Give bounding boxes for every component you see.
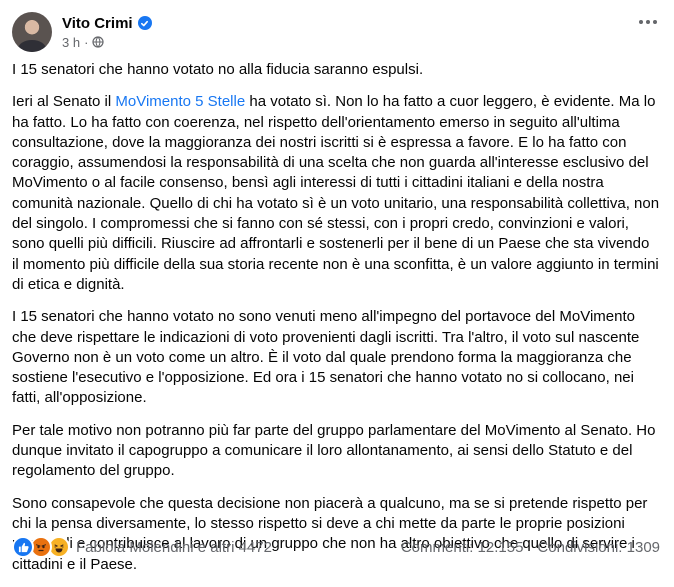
facebook-post: Vito Crimi 3 h · I 15 senatori che hanno [0, 0, 674, 573]
globe-icon [92, 36, 105, 48]
post-paragraph: Ieri al Senato il MoVimento 5 Stelle ha … [12, 93, 660, 293]
post-stats: Commenti: 12.155 Condivisioni: 1309 [401, 539, 660, 556]
separator-dot: · [84, 34, 89, 50]
verified-badge-icon [137, 16, 152, 30]
like-icon [12, 536, 34, 558]
reactions-label[interactable]: Fabiola Molendini e altri 4472 [76, 539, 272, 556]
comments-count[interactable]: Commenti: 12.155 [401, 539, 524, 556]
post-meta: Vito Crimi 3 h · [62, 15, 152, 50]
post-paragraph: Per tale motivo non potranno più far par… [12, 421, 656, 480]
post-body: I 15 senatori che hanno votato no alla f… [12, 60, 660, 587]
more-options-icon[interactable] [636, 14, 660, 30]
post-header: Vito Crimi 3 h · [12, 10, 152, 54]
post-paragraph: I 15 senatori che hanno votato no alla f… [12, 61, 424, 78]
avatar[interactable] [12, 12, 52, 52]
shares-count[interactable]: Condivisioni: 1309 [537, 539, 660, 556]
reactions[interactable] [12, 536, 70, 558]
post-time[interactable]: 3 h [62, 35, 80, 50]
post-paragraph: I 15 senatori che hanno votato no sono v… [12, 308, 640, 407]
movimento-link[interactable]: MoVimento 5 Stelle [115, 93, 245, 110]
post-paragraph: Sono consapevole che questa decisione no… [12, 494, 648, 573]
author-name[interactable]: Vito Crimi [62, 15, 133, 32]
post-footer: Fabiola Molendini e altri 4472 Commenti:… [12, 536, 660, 558]
